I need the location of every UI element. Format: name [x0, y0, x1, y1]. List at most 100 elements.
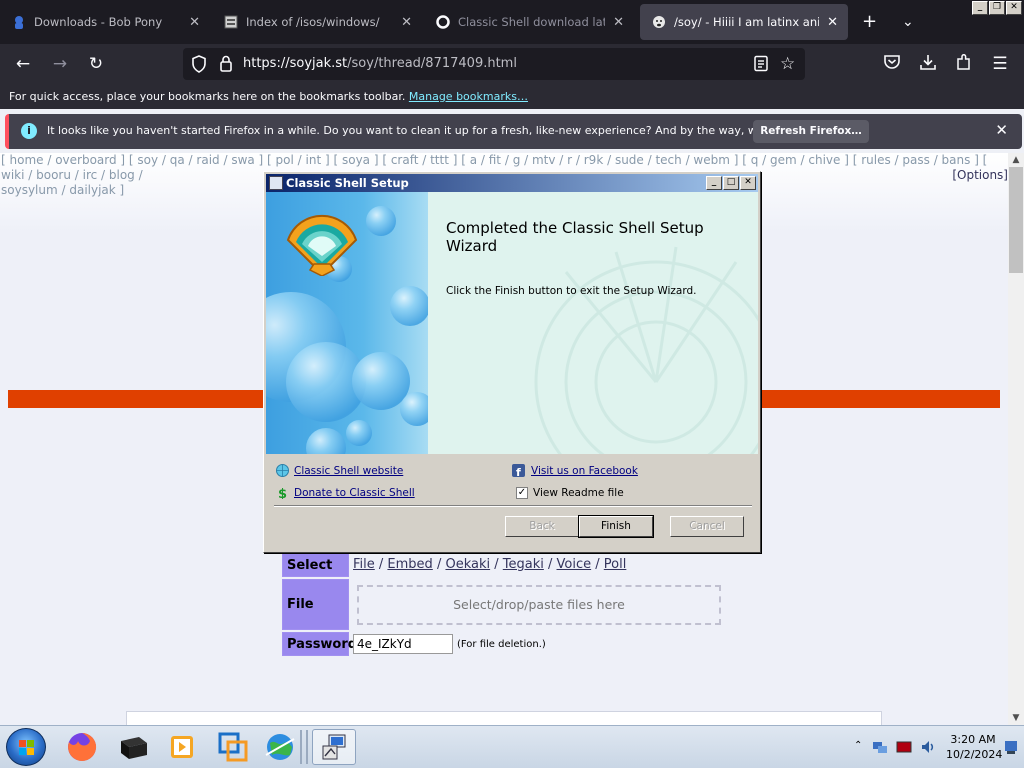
bob-pony-icon — [12, 15, 26, 29]
tab-soy[interactable]: /soy/ - Hiiii I am latinx anime fan ✕ — [640, 4, 848, 40]
facebook-link[interactable]: Visit us on Facebook — [531, 465, 638, 477]
svg-text:f: f — [516, 466, 521, 477]
action-center-icon[interactable] — [1004, 739, 1018, 755]
windows-logo-icon — [19, 740, 34, 755]
select-poll-link[interactable]: Poll — [604, 557, 627, 572]
pocket-icon[interactable] — [880, 53, 904, 77]
svg-text:$: $ — [278, 487, 287, 499]
wizard-banner: Completed the Classic Shell Setup Wizard… — [266, 192, 758, 454]
bubble-decoration — [390, 286, 428, 326]
chevron-down-icon[interactable]: ⌄ — [902, 10, 914, 34]
bookmarks-toolbar: For quick access, place your bookmarks h… — [0, 85, 1024, 109]
close-icon[interactable]: ✕ — [189, 15, 200, 30]
select-voice-link[interactable]: Voice — [557, 557, 592, 572]
reply-box — [126, 711, 882, 725]
extensions-icon[interactable] — [952, 53, 976, 77]
file-dropzone[interactable]: Select/drop/paste files here — [357, 585, 721, 625]
select-options: File / Embed / Oekaki / Tegaki / Voice /… — [353, 557, 627, 572]
view-readme-checkbox[interactable]: ✓ — [516, 487, 528, 499]
show-hidden-icons-icon[interactable]: ⌃ — [854, 740, 862, 751]
restore-icon[interactable]: ❐ — [989, 1, 1005, 15]
globe-icon — [265, 734, 295, 760]
battery-tray-icon[interactable] — [896, 740, 912, 754]
bookmark-star-icon[interactable]: ☆ — [780, 54, 795, 74]
media-player-icon — [171, 736, 193, 758]
tab-index-isos[interactable]: Index of /isos/windows/ ✕ — [212, 4, 422, 40]
shield-icon[interactable] — [191, 55, 207, 76]
system-tray: ⌃ 3:20 AM 10/2/2024 — [848, 726, 1024, 768]
globe-icon — [276, 464, 289, 477]
facebook-icon: f — [512, 464, 525, 477]
reader-view-icon[interactable] — [753, 55, 769, 75]
close-icon[interactable]: ✕ — [613, 15, 624, 30]
taskbar-vmware[interactable] — [213, 729, 253, 765]
notification-message: It looks like you haven't started Firefo… — [47, 124, 831, 137]
firefox-icon — [68, 732, 97, 761]
maximize-icon[interactable]: □ — [723, 176, 739, 190]
tab-title: Index of /isos/windows/ — [246, 15, 380, 29]
clock[interactable]: 3:20 AM 10/2/2024 — [946, 732, 1002, 762]
vmware-icon — [218, 732, 248, 762]
options-link[interactable]: [Options] — [952, 168, 1008, 183]
close-icon[interactable]: ✕ — [995, 121, 1008, 139]
select-label: Select — [282, 553, 349, 577]
password-input[interactable]: 4e_IZkYd — [353, 634, 453, 654]
url-text[interactable]: https://soyjak.st/soy/thread/8717409.htm… — [243, 56, 517, 71]
bubble-decoration — [346, 420, 372, 446]
donate-link[interactable]: Donate to Classic Shell — [294, 487, 415, 499]
media-device-icon — [121, 737, 147, 759]
select-file-link[interactable]: File — [353, 557, 375, 572]
close-window-icon[interactable]: ✕ — [1006, 1, 1022, 15]
view-readme-label: View Readme file — [533, 487, 624, 499]
scroll-down-icon[interactable]: ▼ — [1008, 711, 1024, 725]
bubble-decoration — [306, 428, 346, 454]
menu-icon[interactable]: ☰ — [988, 53, 1012, 75]
address-bar[interactable]: https://soyjak.st/soy/thread/8717409.htm… — [183, 48, 805, 80]
taskbar-firefox[interactable] — [62, 729, 102, 765]
taskbar-setup[interactable] — [312, 729, 356, 765]
manage-bookmarks-link[interactable]: Manage bookmarks… — [409, 90, 528, 103]
start-button[interactable] — [6, 728, 46, 766]
soyjak-icon — [652, 15, 666, 29]
back-button[interactable]: Back — [505, 516, 579, 537]
dialog-titlebar[interactable]: Classic Shell Setup _ □ ✕ — [266, 174, 758, 192]
bookmarks-hint: For quick access, place your bookmarks h… — [9, 90, 406, 103]
close-icon[interactable]: ✕ — [740, 176, 756, 190]
scroll-up-icon[interactable]: ▲ — [1008, 153, 1024, 167]
select-embed-link[interactable]: Embed — [387, 557, 432, 572]
close-icon[interactable]: ✕ — [827, 15, 838, 30]
minimize-icon[interactable]: _ — [972, 1, 988, 15]
page-scrollbar[interactable]: ▲ ▼ — [1008, 153, 1024, 725]
lock-icon[interactable] — [219, 55, 233, 75]
tab-downloads[interactable]: Downloads - Bob Pony ✕ — [0, 4, 210, 40]
tab-classic-shell[interactable]: Classic Shell download latest ve ✕ — [424, 4, 634, 40]
forward-icon[interactable]: → — [48, 53, 72, 75]
network-tray-icon[interactable] — [872, 739, 888, 755]
refresh-firefox-button[interactable]: Refresh Firefox… — [753, 120, 869, 143]
taskbar-media-player[interactable] — [162, 729, 202, 765]
dialog-title: Classic Shell Setup — [286, 176, 409, 190]
finish-button[interactable]: Finish — [578, 515, 654, 538]
taskbar-media-center[interactable] — [113, 729, 153, 765]
password-label: Password — [282, 632, 357, 656]
classic-shell-website-link[interactable]: Classic Shell website — [294, 465, 403, 477]
tab-strip: Downloads - Bob Pony ✕ Index of /isos/wi… — [0, 0, 1024, 44]
reload-icon[interactable]: ↻ — [84, 53, 108, 75]
navigation-toolbar: ← → ↻ https://soyjak.st/soy/thread/87174… — [0, 44, 1024, 85]
select-tegaki-link[interactable]: Tegaki — [503, 557, 544, 572]
tab-title: Classic Shell download latest ve — [458, 15, 606, 29]
new-tab-icon[interactable]: + — [862, 10, 877, 34]
back-icon[interactable]: ← — [11, 53, 35, 75]
cancel-button[interactable]: Cancel — [670, 516, 744, 537]
downloads-icon[interactable] — [916, 53, 940, 77]
minimize-icon[interactable]: _ — [706, 176, 722, 190]
volume-icon[interactable] — [920, 739, 936, 755]
scroll-thumb[interactable] — [1009, 167, 1023, 273]
select-oekaki-link[interactable]: Oekaki — [445, 557, 490, 572]
setup-icon — [269, 176, 283, 190]
server-icon — [224, 15, 238, 29]
dollar-icon: $ — [278, 487, 287, 499]
taskbar-network-app[interactable] — [260, 729, 300, 765]
tab-title: /soy/ - Hiiii I am latinx anime fan — [674, 15, 819, 29]
close-icon[interactable]: ✕ — [401, 15, 412, 30]
